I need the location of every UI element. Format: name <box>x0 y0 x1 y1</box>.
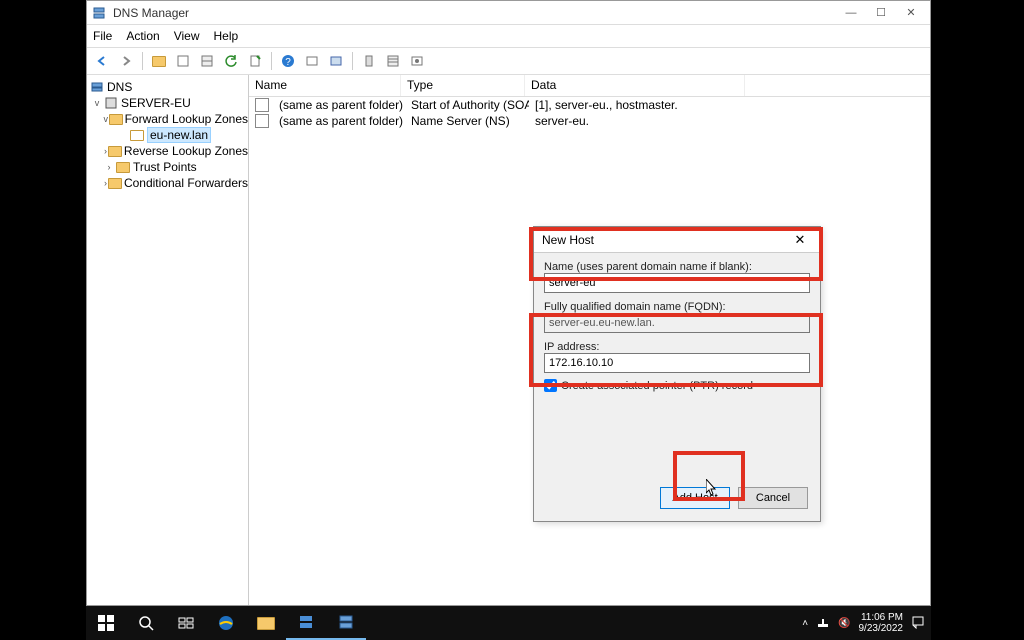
record-icon <box>255 114 269 128</box>
maximize-button[interactable]: ☐ <box>866 3 896 23</box>
tree-server[interactable]: SERVER-EU <box>121 96 191 110</box>
window-title: DNS Manager <box>113 6 189 20</box>
minimize-button[interactable]: — <box>836 3 866 23</box>
name-label: Name (uses parent domain name if blank): <box>544 261 810 273</box>
system-tray[interactable]: ˄ 🔇 11:06 PM 9/23/2022 <box>802 612 931 634</box>
tree-pane[interactable]: DNS v SERVER-EU v Forward Lookup Zones e… <box>87 75 249 605</box>
toolbar-icon[interactable] <box>358 50 380 72</box>
taskbar-app-icon[interactable] <box>286 606 326 640</box>
refresh-button[interactable] <box>220 50 242 72</box>
fqdn-label: Fully qualified domain name (FQDN): <box>544 301 810 313</box>
list-pane[interactable]: Name Type Data (same as parent folder) S… <box>249 75 930 605</box>
menu-action[interactable]: Action <box>126 29 159 43</box>
toolbar-icon[interactable] <box>406 50 428 72</box>
folder-icon <box>108 176 122 190</box>
toolbar-icon[interactable] <box>244 50 266 72</box>
record-icon <box>255 98 269 112</box>
taskbar-clock[interactable]: 11:06 PM 9/23/2022 <box>859 612 904 634</box>
titlebar[interactable]: DNS Manager — ☐ ✕ <box>87 1 930 25</box>
ptr-checkbox[interactable] <box>544 379 557 392</box>
expand-icon[interactable]: v <box>91 98 103 108</box>
menu-file[interactable]: File <box>93 29 112 43</box>
tree-cf[interactable]: Conditional Forwarders <box>124 176 248 190</box>
explorer-icon[interactable] <box>246 606 286 640</box>
search-icon[interactable] <box>126 606 166 640</box>
tree-flz[interactable]: Forward Lookup Zones <box>125 112 248 126</box>
col-data[interactable]: Data <box>525 75 745 96</box>
task-view-icon[interactable] <box>166 606 206 640</box>
toolbar-icon[interactable] <box>172 50 194 72</box>
new-host-dialog: New Host ✕ Name (uses parent domain name… <box>533 226 821 522</box>
svg-text:?: ? <box>285 57 291 68</box>
name-input[interactable] <box>544 273 810 293</box>
folder-icon <box>115 160 131 174</box>
add-host-button[interactable]: Add Host <box>660 487 730 509</box>
clock-date: 9/23/2022 <box>859 623 904 634</box>
record-name: (same as parent folder) <box>273 98 405 112</box>
taskbar[interactable]: ˄ 🔇 11:06 PM 9/23/2022 <box>86 606 931 640</box>
folder-icon <box>108 144 122 158</box>
expand-icon[interactable]: › <box>103 162 115 172</box>
app-icon <box>91 5 107 21</box>
back-button[interactable] <box>91 50 113 72</box>
tray-network-icon[interactable] <box>816 615 830 632</box>
dialog-title: New Host <box>542 233 594 247</box>
tree-dns[interactable]: DNS <box>107 80 132 94</box>
ie-icon[interactable] <box>206 606 246 640</box>
zone-icon <box>129 128 145 142</box>
menubar: File Action View Help <box>87 25 930 47</box>
tree-tp[interactable]: Trust Points <box>133 160 197 174</box>
cursor-icon <box>706 479 718 497</box>
forward-button[interactable] <box>115 50 137 72</box>
notifications-icon[interactable] <box>911 615 925 632</box>
record-type: Start of Authority (SOA) <box>405 98 529 112</box>
tree-rlz[interactable]: Reverse Lookup Zones <box>124 144 248 158</box>
toolbar: ? <box>87 47 930 75</box>
record-type: Name Server (NS) <box>405 114 529 128</box>
record-row[interactable]: (same as parent folder) Name Server (NS)… <box>249 113 930 129</box>
menu-view[interactable]: View <box>174 29 200 43</box>
record-data: [1], server-eu., hostmaster. <box>529 98 749 112</box>
column-headers[interactable]: Name Type Data <box>249 75 930 97</box>
dns-manager-taskbar-icon[interactable] <box>326 606 366 640</box>
close-button[interactable]: ✕ <box>896 3 926 23</box>
toolbar-icon[interactable] <box>382 50 404 72</box>
cancel-button[interactable]: Cancel <box>738 487 808 509</box>
server-icon <box>103 96 119 110</box>
menu-help[interactable]: Help <box>214 29 239 43</box>
dialog-close-button[interactable]: ✕ <box>788 230 812 250</box>
tree-zone-selected[interactable]: eu-new.lan <box>147 127 211 143</box>
col-type[interactable]: Type <box>401 75 525 96</box>
record-row[interactable]: (same as parent folder) Start of Authori… <box>249 97 930 113</box>
dialog-titlebar[interactable]: New Host ✕ <box>534 227 820 253</box>
dns-root-icon <box>89 80 105 94</box>
ptr-label: Create associated pointer (PTR) record <box>561 380 753 392</box>
folder-icon <box>109 112 123 126</box>
toolbar-icon[interactable] <box>196 50 218 72</box>
toolbar-icon[interactable] <box>325 50 347 72</box>
tray-sound-icon[interactable]: 🔇 <box>838 618 850 629</box>
fqdn-input <box>544 313 810 333</box>
dns-manager-window: DNS Manager — ☐ ✕ File Action View Help … <box>86 0 931 606</box>
tray-chevron-icon[interactable]: ˄ <box>802 618 808 629</box>
record-name: (same as parent folder) <box>273 114 405 128</box>
clock-time: 11:06 PM <box>859 612 904 623</box>
toolbar-icon[interactable] <box>301 50 323 72</box>
col-name[interactable]: Name <box>249 75 401 96</box>
ip-input[interactable] <box>544 353 810 373</box>
ip-label: IP address: <box>544 341 810 353</box>
start-button[interactable] <box>86 606 126 640</box>
toolbar-icon[interactable] <box>148 50 170 72</box>
help-icon[interactable]: ? <box>277 50 299 72</box>
record-data: server-eu. <box>529 114 749 128</box>
